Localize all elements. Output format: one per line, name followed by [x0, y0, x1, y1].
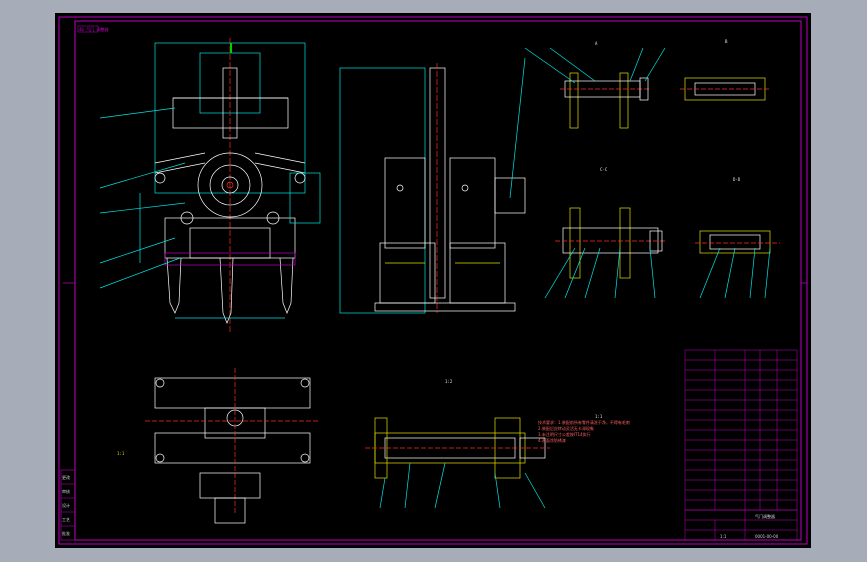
cad-drawing: 40 气门 调整器 A B C-C D-D 1:2 1:1 1:1 技术要求：1…: [58, 16, 808, 545]
title-block-scale: 1:1: [720, 534, 727, 539]
mid-note: 1:1: [117, 451, 125, 456]
outer-frame: [58, 16, 808, 545]
front-view: [99, 38, 321, 333]
strip-label-4: 工艺: [62, 517, 70, 522]
section-label-dd: D-D: [733, 177, 741, 182]
technical-requirements: 技术要求：1.装配前所有零件清洗干净，不得有毛刺 2.装配后应转动灵活无卡滞现象…: [538, 419, 630, 443]
section-label-scale-a: 1:2: [445, 379, 453, 384]
title-block: [684, 509, 798, 541]
section-view: [365, 417, 550, 509]
tech-req-4: 4.表面涂防锈漆: [538, 437, 566, 443]
title-block-drawing-no: 0001-00-00: [755, 534, 779, 539]
section-label-cc: C-C: [600, 167, 608, 172]
drawing-sheet: 40 气门 调整器 A B C-C D-D 1:2 1:1 1:1 技术要求：1…: [55, 13, 811, 548]
inner-frame: [74, 20, 802, 541]
strip-label-5: 批准: [62, 530, 70, 536]
section-label-scale-b: 1:1: [595, 414, 603, 419]
section-label-a: A: [595, 41, 598, 46]
detail-views: [524, 47, 780, 299]
top-left-note: 40 气门 调整器: [79, 26, 109, 32]
left-revision-strip: 更改 审核 设计 工艺 批准: [60, 469, 76, 541]
strip-label-3: 设计: [62, 502, 70, 508]
section-label-b: B: [725, 39, 728, 44]
side-view: [339, 57, 526, 314]
top-view: [145, 368, 320, 524]
bill-of-materials: [684, 349, 798, 511]
tech-req-3: 3.未注明尺寸公差按IT14执行: [538, 431, 591, 437]
strip-label-2: 审核: [62, 488, 70, 494]
tech-req-1: 技术要求：1.装配前所有零件清洗干净，不得有毛刺: [538, 419, 630, 425]
title-block-name: 气门调整器: [755, 513, 775, 519]
tech-req-2: 2.装配后应转动灵活无卡滞现象: [538, 425, 594, 431]
strip-label-1: 更改: [62, 474, 70, 480]
